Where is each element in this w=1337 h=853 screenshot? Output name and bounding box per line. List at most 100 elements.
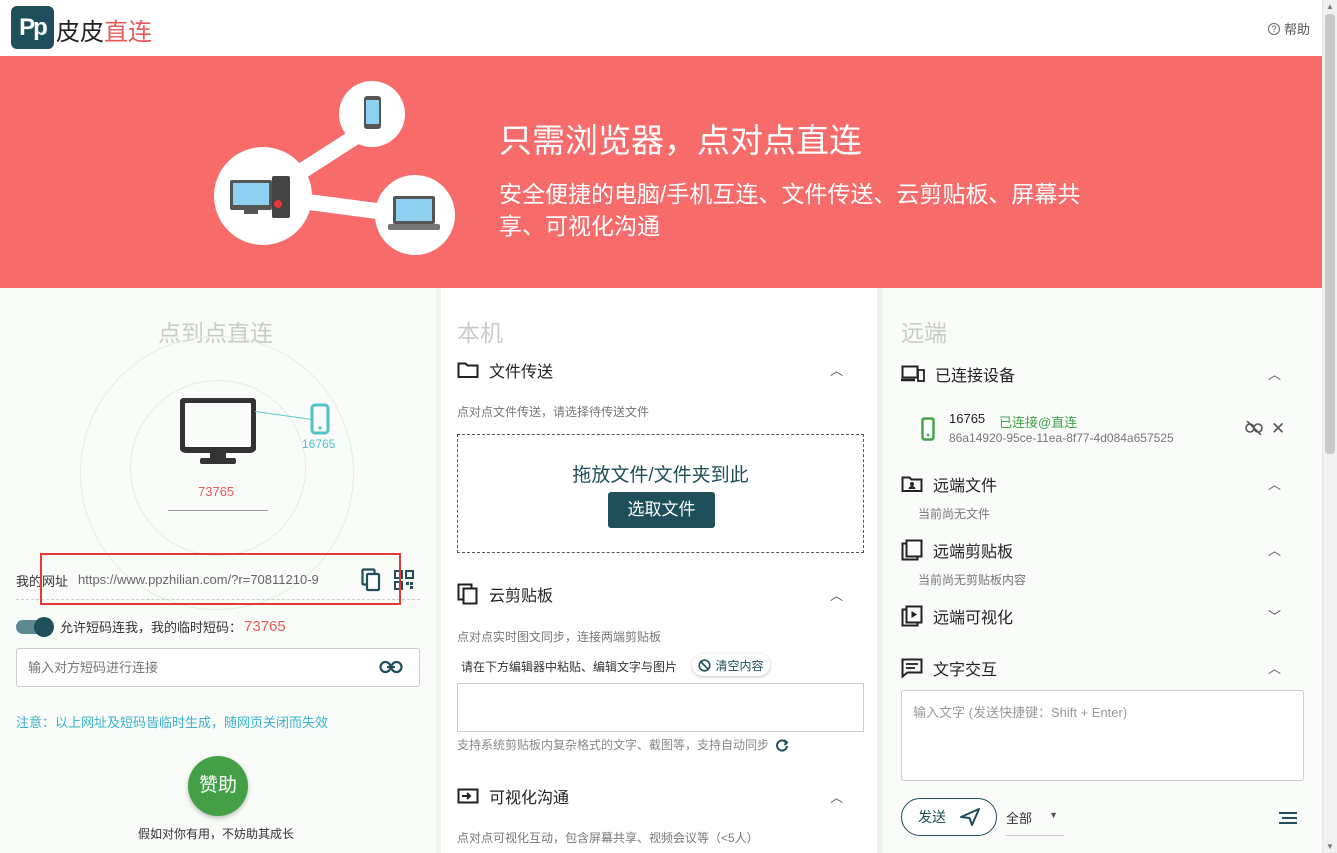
- message-icon: [901, 658, 923, 678]
- toggle-knob: [34, 616, 54, 637]
- clear-content-label: 清空内容: [715, 658, 764, 673]
- send-button[interactable]: 发送: [901, 798, 997, 836]
- device-status: 已连接@直连: [999, 415, 1078, 430]
- disconnect-link-icon[interactable]: [1245, 421, 1263, 435]
- help-label: 帮助: [1283, 22, 1310, 37]
- send-icon: [960, 808, 980, 826]
- send-label: 发送: [918, 809, 946, 825]
- remote-panel: 远端 已连接设备 ︿ 16765 已连接@直连 86a14920-95ce-11…: [883, 288, 1322, 853]
- file-dropzone[interactable]: 拖放文件/文件夹到此 选取文件: [457, 434, 864, 553]
- remote-clipboard-title: 远端剪贴板: [933, 544, 1014, 561]
- scrollbar-thumb[interactable]: [1325, 14, 1335, 454]
- scroll-up-icon[interactable]: ▲: [1326, 2, 1334, 11]
- cloud-clipboard-desc: 点对点实时图文同步，连接两端剪贴板: [457, 630, 662, 644]
- sync-icon[interactable]: [775, 738, 789, 752]
- peer-code-input[interactable]: [28, 649, 368, 686]
- brand-name-part2: 直连: [104, 19, 152, 46]
- allow-short-code-toggle[interactable]: [16, 616, 54, 637]
- connected-devices-title: 已连接设备: [935, 368, 1016, 385]
- remote-visual-title: 远端可视化: [933, 610, 1014, 627]
- hero-title: 只需浏览器，点对点直连: [499, 122, 862, 159]
- devices-illustration: [214, 81, 455, 255]
- chevron-up-icon[interactable]: ︿: [1268, 658, 1281, 677]
- device-id: 86a14920-95ce-11ea-8f77-4d084a657525: [949, 431, 1174, 445]
- pick-file-button[interactable]: 选取文件: [608, 492, 715, 528]
- file-transfer-desc: 点对点文件传送，请选择待传送文件: [457, 405, 650, 419]
- chevron-up-icon[interactable]: ︿: [1268, 540, 1281, 559]
- text-chat-title: 文字交互: [933, 662, 998, 679]
- dropzone-text: 拖放文件/文件夹到此: [572, 465, 749, 486]
- connect-input-box: [16, 648, 420, 687]
- scroll-down-icon[interactable]: ▼: [1326, 842, 1334, 851]
- hero-banner: 只需浏览器，点对点直连 安全便捷的电脑/手机互连、文件传送、云剪贴板、屏幕共享、…: [0, 56, 1322, 288]
- peer-code: 16765: [302, 437, 336, 451]
- text-chat-header[interactable]: 文字交互: [901, 656, 997, 680]
- folder-icon: [457, 362, 479, 378]
- brand-name[interactable]: 皮皮直连: [56, 12, 152, 47]
- remote-heading: 远端: [901, 320, 947, 346]
- visual-communication-desc: 点对点可视化互动，包含屏幕共享、视频会议等（<5人）: [457, 831, 759, 845]
- remote-folder-icon: [901, 476, 923, 492]
- remote-clipboard-empty: 当前尚无剪贴板内容: [918, 573, 1027, 587]
- sponsor-button[interactable]: 赞助: [188, 756, 248, 816]
- link-icon[interactable]: [379, 659, 403, 675]
- dropdown-arrow-icon: ▼: [1049, 810, 1058, 820]
- remote-clipboard-icon: [901, 539, 923, 561]
- chat-text-input[interactable]: 输入文字 (发送快捷键：Shift + Enter): [901, 690, 1304, 781]
- chevron-up-icon[interactable]: ︿: [830, 360, 843, 379]
- top-header: Pp 皮皮直连 ? 帮助: [0, 0, 1322, 56]
- file-transfer-title: 文件传送: [489, 364, 554, 381]
- visual-communication-header[interactable]: 可视化沟通: [457, 784, 569, 808]
- sponsor-note: 假如对你有用，不妨助其成长: [138, 827, 295, 841]
- local-computer-icon: [180, 398, 256, 464]
- divider: [168, 510, 268, 511]
- temporary-notice: 注意：以上网址及短码皆临时生成，随网页关闭而失效: [16, 715, 329, 730]
- device-name: 16765: [949, 411, 986, 426]
- remote-visual-header[interactable]: 远端可视化: [901, 604, 1013, 628]
- chevron-up-icon[interactable]: ︿: [830, 585, 843, 604]
- screen-share-icon: [457, 788, 479, 804]
- p2p-panel: 点到点直连 16765 73765 我的网址 https://www.ppzhi…: [0, 288, 436, 853]
- logo-mark[interactable]: Pp: [11, 6, 54, 49]
- help-icon: ?: [1267, 22, 1280, 35]
- devices-icon: [901, 365, 925, 382]
- clipboard-support-note: 支持系统剪贴板内复杂格式的文字、截图等，支持自动同步: [457, 736, 789, 753]
- cloud-clipboard-header[interactable]: 云剪贴板: [457, 582, 553, 606]
- cloud-clipboard-title: 云剪贴板: [489, 588, 554, 605]
- send-target-select[interactable]: 全部 ▼: [1006, 808, 1064, 836]
- visual-communication-title: 可视化沟通: [489, 790, 570, 807]
- paste-hint: 请在下方编辑器中粘贴、编辑文字与图片: [461, 660, 678, 674]
- page-scrollbar[interactable]: ▲ ▼: [1322, 0, 1337, 853]
- remote-clipboard-header[interactable]: 远端剪贴板: [901, 538, 1013, 562]
- highlight-annotation-box: [40, 553, 401, 605]
- remote-files-title: 远端文件: [933, 478, 998, 495]
- remote-files-header[interactable]: 远端文件: [901, 472, 997, 496]
- temp-short-code: 73765: [244, 618, 286, 635]
- send-target-value: 全部: [1006, 811, 1033, 826]
- block-icon: [698, 658, 712, 672]
- toggle-label: 允许短码连我，我的临时短码：: [60, 620, 243, 635]
- brand-name-part1: 皮皮: [56, 19, 104, 46]
- chevron-down-icon[interactable]: ﹀: [1268, 606, 1281, 625]
- mobile-device-icon: [921, 417, 935, 441]
- chevron-up-icon[interactable]: ︿: [1268, 474, 1281, 493]
- short-code-toggle-row: 允许短码连我，我的临时短码： 73765: [16, 616, 286, 637]
- connected-device-card[interactable]: 16765 已连接@直连 86a14920-95ce-11ea-8f77-4d0…: [917, 411, 1307, 451]
- support-note-text: 支持系统剪贴板内复杂格式的文字、截图等，支持自动同步: [457, 738, 770, 752]
- clear-content-button[interactable]: 清空内容: [692, 654, 770, 676]
- remote-files-empty: 当前尚无文件: [918, 507, 991, 521]
- file-transfer-header[interactable]: 文件传送: [457, 358, 553, 382]
- my-code: 73765: [198, 484, 235, 499]
- chevron-up-icon[interactable]: ︿: [830, 787, 843, 806]
- peer-phone-icon[interactable]: [310, 403, 330, 435]
- clipboard-copy-icon: [457, 583, 478, 605]
- chevron-up-icon[interactable]: ︿: [1268, 364, 1281, 383]
- connected-devices-header[interactable]: 已连接设备: [901, 362, 1015, 386]
- local-panel: 本机 文件传送 ︿ 点对点文件传送，请选择待传送文件 拖放文件/文件夹到此 选取…: [441, 288, 877, 853]
- clipboard-editor[interactable]: [457, 683, 864, 732]
- hero-subtitle: 安全便捷的电脑/手机互连、文件传送、云剪贴板、屏幕共享、可视化沟通: [499, 181, 1081, 239]
- help-link[interactable]: ? 帮助: [1267, 19, 1310, 38]
- close-icon[interactable]: ✕: [1271, 419, 1285, 439]
- text-lines-icon[interactable]: [1279, 812, 1297, 824]
- remote-video-icon: [901, 605, 923, 627]
